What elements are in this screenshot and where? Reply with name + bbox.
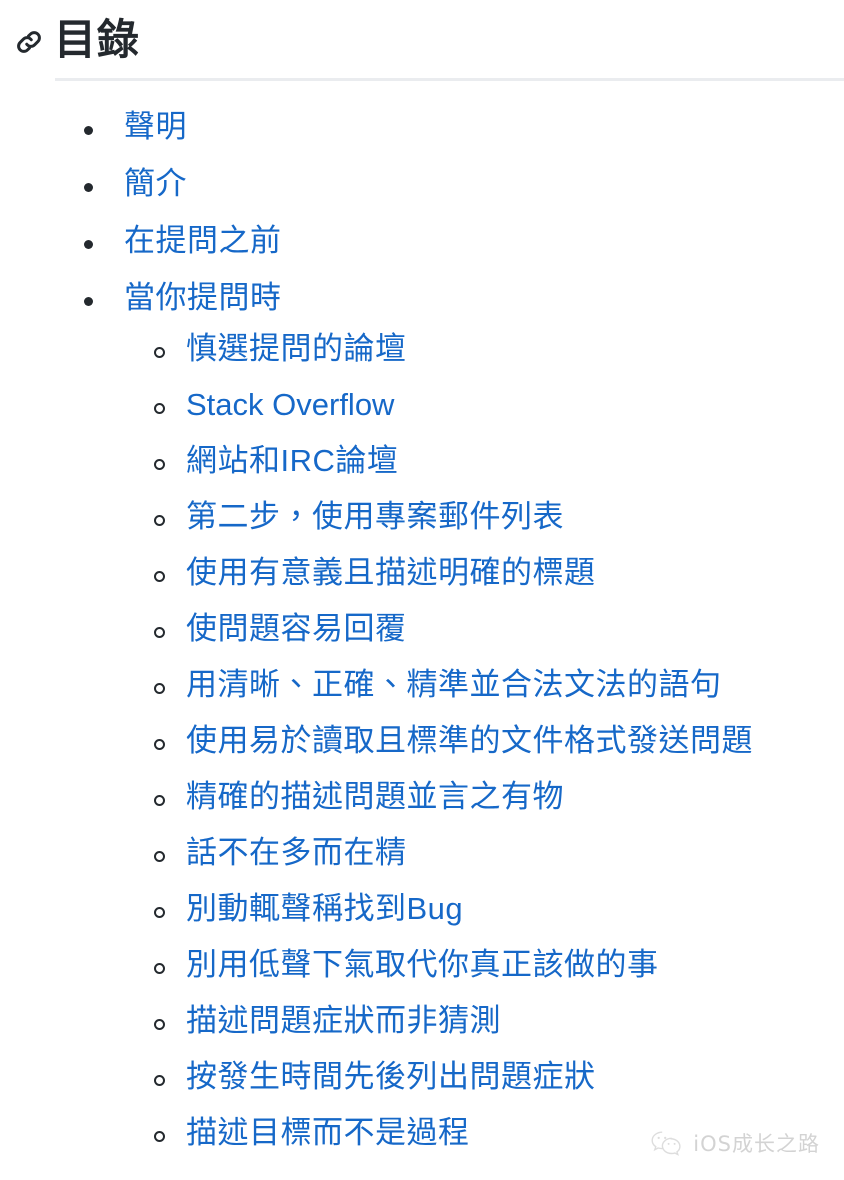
toc-link-declaration[interactable]: 聲明	[124, 103, 187, 151]
toc-sublink-chronological-symptoms[interactable]: 按發生時間先後列出問題症狀	[186, 1053, 596, 1101]
bullet-circle-icon	[154, 459, 165, 470]
toc-sublink-dont-claim-bug[interactable]: 別動輒聲稱找到Bug	[186, 885, 463, 933]
toc-sublink-meaningful-title[interactable]: 使用有意義且描述明確的標題	[186, 549, 596, 597]
toc-sublink-clear-grammar[interactable]: 用清晰、正確、精準並合法文法的語句	[186, 661, 722, 709]
bullet-circle-icon	[154, 907, 165, 918]
link-icon[interactable]	[14, 27, 44, 57]
bullet-icon	[84, 183, 93, 192]
list-item: 在提問之前	[0, 217, 844, 274]
bullet-circle-icon	[154, 627, 165, 638]
list-item: 精確的描述問題並言之有物	[124, 773, 844, 829]
list-item: 使用易於讀取且標準的文件格式發送問題	[124, 717, 844, 773]
toc-list: 聲明 簡介 在提問之前 當你提問時 慎選提問的論壇 Stack Overflow	[0, 103, 844, 1165]
bullet-circle-icon	[154, 347, 165, 358]
bullet-circle-icon	[154, 403, 165, 414]
toc-sublink-choose-forum[interactable]: 慎選提問的論壇	[186, 325, 407, 373]
list-item: 使問題容易回覆	[124, 605, 844, 661]
list-item: 第二步，使用專案郵件列表	[124, 493, 844, 549]
bullet-circle-icon	[154, 571, 165, 582]
list-item: 別用低聲下氣取代你真正該做的事	[124, 941, 844, 997]
list-item: 網站和IRC論壇	[124, 437, 844, 493]
bullet-circle-icon	[154, 851, 165, 862]
toc-sublink-quality-over-quantity[interactable]: 話不在多而在精	[186, 829, 407, 877]
bullet-circle-icon	[154, 683, 165, 694]
list-item: 描述目標而不是過程	[124, 1109, 844, 1165]
toc-sublink-goal-not-process[interactable]: 描述目標而不是過程	[186, 1109, 470, 1157]
list-item: 話不在多而在精	[124, 829, 844, 885]
bullet-icon	[84, 297, 93, 306]
list-item: 當你提問時 慎選提問的論壇 Stack Overflow 網站和IRC論壇 第二…	[0, 274, 844, 1165]
bullet-circle-icon	[154, 739, 165, 750]
toc-sublink-stack-overflow[interactable]: Stack Overflow	[186, 381, 394, 429]
list-item: 用清晰、正確、精準並合法文法的語句	[124, 661, 844, 717]
toc-link-introduction[interactable]: 簡介	[124, 160, 187, 208]
list-item: 描述問題症狀而非猜測	[124, 997, 844, 1053]
list-item: 聲明	[0, 103, 844, 160]
toc-link-when-you-ask[interactable]: 當你提問時	[124, 274, 282, 322]
toc-link-before-asking[interactable]: 在提問之前	[124, 217, 282, 265]
toc-header: 目錄	[0, 0, 844, 62]
list-item: 別動輒聲稱找到Bug	[124, 885, 844, 941]
toc-body: 聲明 簡介 在提問之前 當你提問時 慎選提問的論壇 Stack Overflow	[0, 81, 844, 1165]
toc-sublink-symptoms-not-guesses[interactable]: 描述問題症狀而非猜測	[186, 997, 501, 1045]
bullet-circle-icon	[154, 1075, 165, 1086]
list-item: 簡介	[0, 160, 844, 217]
toc-sublink-step-two-mailing-list[interactable]: 第二步，使用專案郵件列表	[186, 493, 564, 541]
bullet-icon	[84, 126, 93, 135]
toc-sublink-readable-format[interactable]: 使用易於讀取且標準的文件格式發送問題	[186, 717, 753, 765]
bullet-circle-icon	[154, 515, 165, 526]
toc-sublink-web-and-irc[interactable]: 網站和IRC論壇	[186, 437, 398, 485]
bullet-circle-icon	[154, 795, 165, 806]
toc-sublink-dont-grovel[interactable]: 別用低聲下氣取代你真正該做的事	[186, 941, 659, 989]
toc-sublist: 慎選提問的論壇 Stack Overflow 網站和IRC論壇 第二步，使用專案…	[124, 325, 844, 1165]
page-title: 目錄	[54, 16, 141, 63]
bullet-icon	[84, 240, 93, 249]
toc-sublink-easy-to-reply[interactable]: 使問題容易回覆	[186, 605, 407, 653]
bullet-circle-icon	[154, 963, 165, 974]
list-item: 按發生時間先後列出問題症狀	[124, 1053, 844, 1109]
bullet-circle-icon	[154, 1131, 165, 1142]
toc-sublink-precise-description[interactable]: 精確的描述問題並言之有物	[186, 773, 564, 821]
list-item: Stack Overflow	[124, 381, 844, 437]
bullet-circle-icon	[154, 1019, 165, 1030]
list-item: 使用有意義且描述明確的標題	[124, 549, 844, 605]
list-item: 慎選提問的論壇	[124, 325, 844, 381]
